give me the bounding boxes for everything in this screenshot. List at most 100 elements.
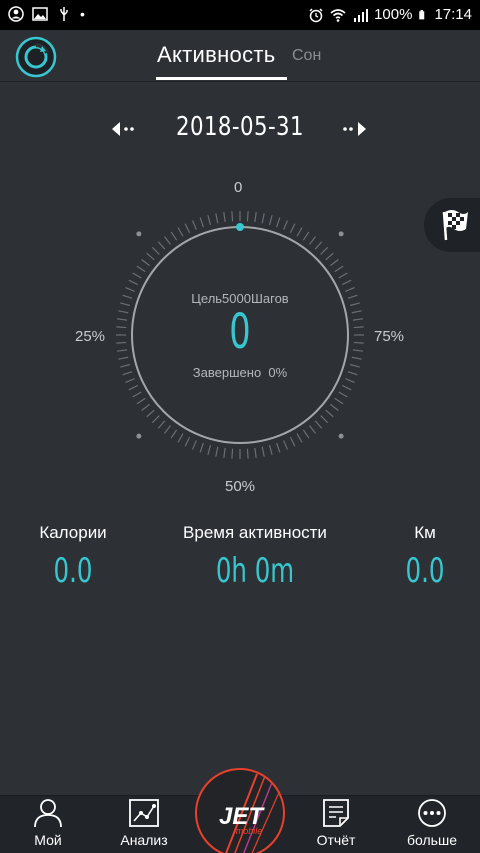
dial-tick — [283, 440, 289, 450]
dial-tick — [330, 403, 339, 411]
dial-dot — [136, 433, 142, 439]
dial-tick — [261, 213, 265, 224]
nav-item-report[interactable]: Отчёт — [288, 795, 384, 853]
dial-tick — [289, 436, 296, 447]
dial-tick — [338, 391, 348, 398]
nav-item-more[interactable]: больше — [384, 795, 480, 853]
dial-tick — [325, 252, 334, 261]
km-stat: Км 0.0 — [390, 523, 460, 591]
image-icon — [32, 7, 48, 21]
dial-tick — [268, 215, 273, 226]
status-dot: • — [80, 6, 85, 22]
arrow-right-icon — [343, 122, 366, 136]
dial-tick — [177, 433, 184, 443]
dial-tick — [157, 241, 166, 250]
dial-tick — [330, 259, 339, 267]
tab-activity[interactable]: Активность — [157, 42, 276, 68]
dial-tick — [276, 442, 281, 453]
dial-tick — [296, 227, 303, 237]
dial-tick — [215, 446, 219, 457]
clock: 17:14 — [434, 6, 472, 23]
status-bar: • 100% 17:14 — [0, 0, 480, 30]
dial-tick — [314, 241, 323, 250]
dial-tick — [254, 447, 257, 459]
dial-tick — [199, 217, 204, 228]
steps-count: 0 — [229, 304, 251, 360]
dial-tick — [146, 252, 155, 261]
calories-label: Калории — [39, 523, 107, 542]
dial-tick — [296, 433, 303, 443]
dial-tick — [128, 384, 139, 391]
dial-tick — [191, 220, 197, 230]
dial-tick — [177, 227, 184, 237]
jet-mobile-logo: JET mobile — [219, 773, 282, 853]
header-divider — [0, 81, 480, 82]
dial-tick — [341, 384, 352, 391]
dial-tick — [170, 231, 178, 241]
km-value: 0.0 — [405, 551, 445, 591]
dial-tick — [246, 211, 249, 222]
calories-value: 0.0 — [53, 551, 93, 591]
activity-time-stat: Время активности 0h 0m — [160, 523, 350, 591]
dial-tick — [254, 211, 257, 223]
dial-tick — [289, 223, 296, 234]
dial-tick — [334, 265, 344, 273]
dial-tick — [223, 211, 226, 223]
dial-tick — [184, 223, 191, 234]
nav-item-my[interactable]: Мой — [0, 795, 96, 853]
calories-stat: Калории 0.0 — [28, 523, 118, 591]
activity-time-label: Время активности — [183, 523, 327, 542]
alarm-icon — [309, 7, 323, 22]
dial-tick — [151, 415, 160, 424]
dial-tick — [320, 415, 329, 424]
app-screen: • 100% 17:14 Активность Сон 2018-05-31 0… — [0, 0, 480, 853]
dial-tick — [136, 265, 146, 273]
battery-percent: 100% — [374, 6, 413, 23]
completion-row: Завершено 0% — [0, 365, 480, 380]
tab-sleep[interactable]: Сон — [292, 47, 321, 65]
dial-tick — [132, 272, 142, 279]
dial-dot — [338, 433, 344, 439]
dial-tick — [302, 429, 310, 439]
dial-tick — [157, 420, 166, 429]
dial-tick — [128, 279, 139, 286]
km-label: Км — [414, 523, 436, 542]
dial-tick — [170, 429, 178, 439]
dial-tick — [215, 213, 219, 224]
dial-tick — [141, 259, 150, 267]
dial-tick — [341, 279, 352, 286]
dial-tick — [151, 246, 160, 255]
progress-marker — [236, 223, 244, 231]
dial-tick — [320, 246, 329, 255]
dial-tick — [231, 448, 234, 459]
chart-icon — [129, 799, 159, 827]
dial-tick — [302, 231, 310, 241]
refresh-ring-icon[interactable] — [13, 36, 59, 78]
nav-item-analysis[interactable]: Анализ — [96, 795, 192, 853]
dial-tick — [308, 425, 316, 434]
nav-label-more: больше — [407, 832, 457, 848]
dial-tick — [164, 236, 172, 245]
wifi-icon — [330, 8, 346, 22]
more-icon — [418, 799, 446, 827]
jet-mobile-logo-button[interactable]: JET mobile — [195, 768, 285, 853]
completed-value: 0% — [268, 365, 288, 380]
account-circle-icon — [8, 6, 24, 22]
dial-tick — [207, 215, 212, 226]
activity-time-value: 0h 0m — [215, 551, 295, 591]
dial-tick — [146, 409, 155, 418]
dial-tick — [261, 446, 265, 457]
dial-dot — [338, 231, 344, 237]
battery-icon — [419, 9, 425, 19]
nav-label-analysis: Анализ — [120, 832, 168, 848]
next-day-button[interactable] — [340, 120, 370, 138]
dial-tick — [283, 220, 289, 230]
dial-tick — [191, 440, 197, 450]
report-icon — [323, 799, 349, 827]
dial-tick — [231, 211, 234, 222]
dial-label-top: 0 — [234, 179, 243, 196]
completed-label: Завершено — [192, 365, 262, 380]
dial-label-bottom: 50% — [225, 478, 256, 495]
usb-icon — [60, 7, 68, 21]
nav-label-report: Отчёт — [316, 832, 356, 848]
